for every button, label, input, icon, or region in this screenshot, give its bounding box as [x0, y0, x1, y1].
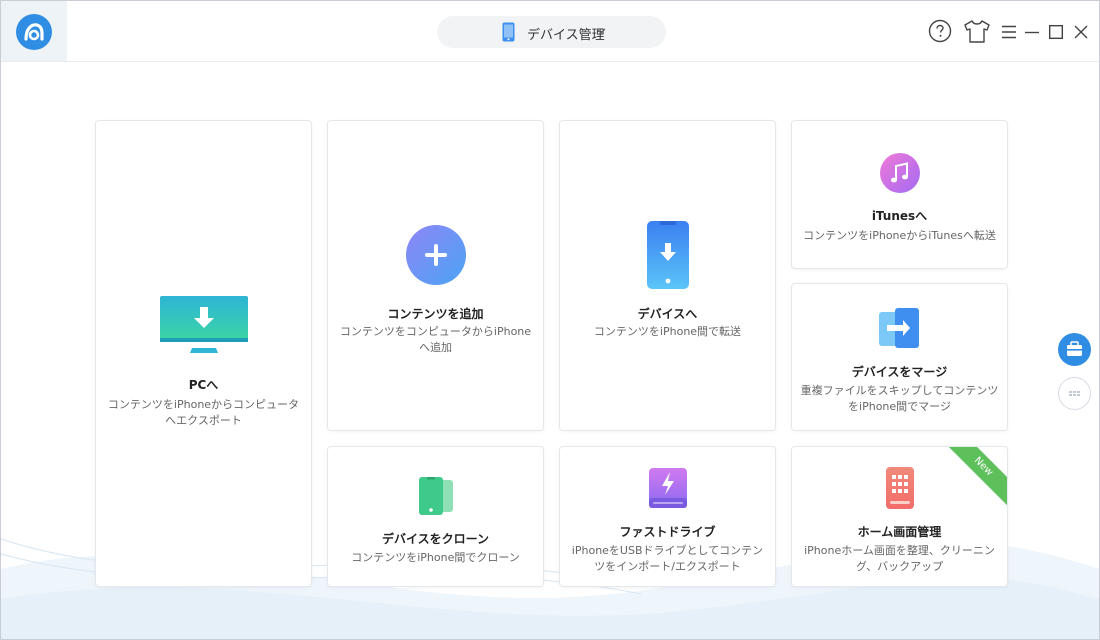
card-description: コンテンツをiPhoneからコンピュータへエクスポート [107, 398, 300, 427]
card-to-pc[interactable]: PCへ コンテンツをiPhoneからコンピュータへエクスポート [96, 121, 311, 586]
toolbox-icon [1067, 341, 1082, 356]
device-selector-label: デバイス管理 [527, 28, 605, 43]
plus-circle-icon [405, 225, 466, 285]
more-tools-button[interactable] [1058, 377, 1091, 410]
usb-drive-icon [648, 468, 687, 508]
card-description: コンテンツをiPhone間でクローン [351, 551, 520, 564]
home-screen-icon [885, 467, 914, 509]
menu-icon[interactable] [1001, 25, 1017, 39]
card-title: デバイスをマージ [851, 365, 948, 379]
card-description: 重複ファイルをスキップしてコンテンツをiPhone間でマージ [800, 384, 999, 413]
card-description: コンテンツをiPhone間で転送 [593, 325, 742, 338]
chevron-down-icon [596, 28, 606, 34]
card-fast-drive[interactable]: ファストドライブ iPhoneをUSBドライブとしてコンテンツをインポート/エク… [560, 447, 775, 586]
app-window: デバイス管理 PCへ コンテンツをiPhoneからコンピュータへエクスポート コ… [0, 0, 1100, 640]
toolbox-button[interactable] [1058, 333, 1091, 366]
card-home-screen[interactable]: New ホーム画面管理 iPhoneホーム画面を整理、クリーニング、バックアップ [792, 447, 1007, 586]
card-description: iPhoneホーム画面を整理、クリーニング、バックアップ [804, 544, 995, 573]
help-icon[interactable] [928, 19, 952, 43]
card-title: ファストドライブ [619, 525, 716, 539]
phone-icon [502, 22, 515, 42]
phone-merge-icon [878, 308, 919, 348]
card-to-itunes[interactable]: iTunesへ コンテンツをiPhoneからiTunesへ転送 [792, 121, 1007, 268]
phone-clone-icon [418, 477, 453, 515]
card-description: コンテンツをiPhoneからiTunesへ転送 [803, 229, 996, 242]
skin-shirt-icon[interactable] [964, 20, 990, 43]
card-clone-device[interactable]: デバイスをクローン コンテンツをiPhone間でクローン [328, 447, 543, 586]
phone-download-icon [646, 221, 689, 289]
device-selector[interactable]: デバイス管理 [437, 16, 666, 48]
maximize-icon[interactable] [1049, 25, 1063, 39]
app-logo[interactable] [16, 14, 52, 50]
card-description: コンテンツをコンピュータからiPhoneへ追加 [339, 325, 532, 354]
card-add-content[interactable]: コンテンツを追加 コンテンツをコンピュータからiPhoneへ追加 [328, 121, 543, 430]
title-bar: デバイス管理 [1, 1, 1099, 62]
card-title: デバイスをクローン [381, 532, 490, 546]
new-badge: New [940, 447, 1007, 510]
card-title: ホーム画面管理 [857, 525, 942, 539]
close-icon[interactable] [1074, 25, 1088, 39]
monitor-download-icon [159, 296, 248, 353]
card-description: iPhoneをUSBドライブとしてコンテンツをインポート/エクスポート [571, 544, 764, 573]
minimize-icon[interactable] [1025, 31, 1039, 34]
card-merge-device[interactable]: デバイスをマージ 重複ファイルをスキップしてコンテンツをiPhone間でマージ [792, 284, 1007, 430]
card-title: デバイスへ [637, 307, 698, 321]
logo-area [1, 1, 67, 61]
grid-icon [1069, 391, 1080, 396]
music-note-icon [879, 153, 920, 193]
card-to-device[interactable]: デバイスへ コンテンツをiPhone間で転送 [560, 121, 775, 430]
card-title: コンテンツを追加 [387, 307, 484, 321]
card-title: PCへ [188, 378, 219, 392]
card-title: iTunesへ [871, 209, 928, 223]
